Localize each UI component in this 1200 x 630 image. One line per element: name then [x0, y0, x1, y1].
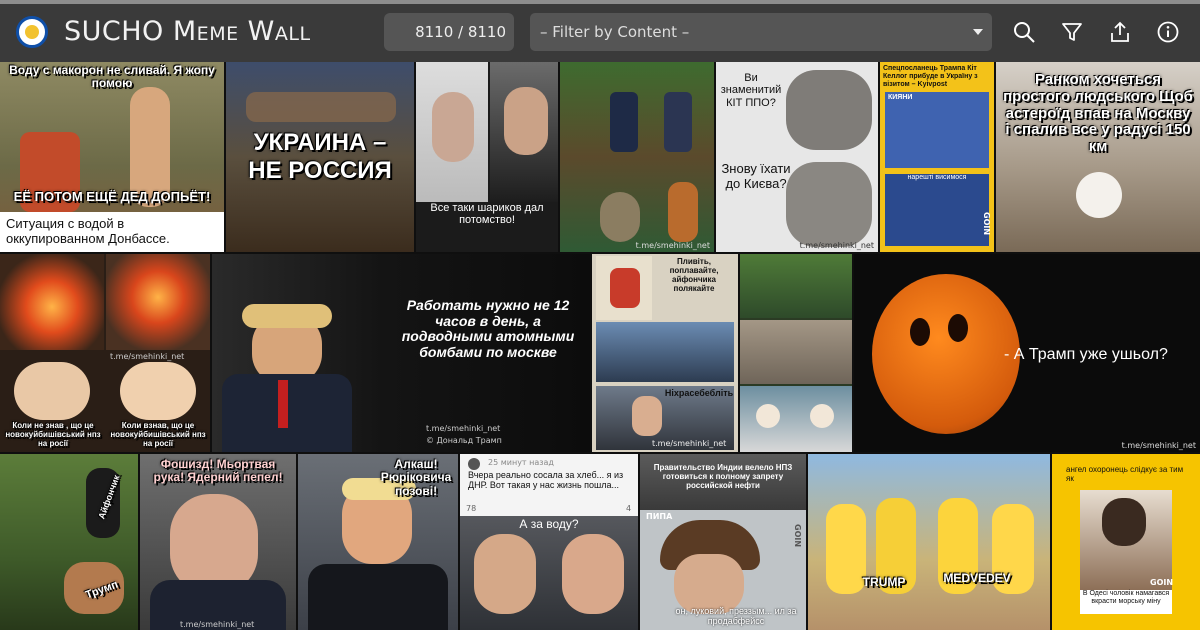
meme-text: Коли не знав , що це новокуйбишівський н…	[5, 421, 101, 448]
meme-text: НЕ РОССИЯ	[248, 157, 392, 184]
meme-caption: Все таки шариков дал потомство!	[430, 202, 544, 227]
meme-text: Вчера реально сосала за хлеб... я из ДНР…	[468, 470, 624, 491]
watermark: t.me/smehinki_net	[1121, 441, 1196, 450]
meme-tile-angel[interactable]: ангел охоронець слідкує за тим як В Одес…	[1052, 454, 1200, 630]
meme-text: ангел охоронець слідкує за тим як	[1066, 465, 1184, 483]
meme-text: В Одесі чоловік намагався вкрасти морськ…	[1082, 590, 1170, 605]
meme-tile-trump-kellogg[interactable]: Спецпосланець Трампа Кіт Келлог прибуде …	[880, 62, 994, 252]
meme-tile-unclesam[interactable]: Пливіть, поплавайте, айфончика полякайте…	[592, 254, 738, 452]
meme-tile-simpsons[interactable]: TRUMP MEDVEDEV	[808, 454, 1050, 630]
meme-text: Ви знаменитий КІТ ППО?	[720, 72, 782, 109]
reaction-count: 78	[466, 504, 477, 513]
meme-tile-cat[interactable]: Ви знаменитий КІТ ППО? Знову їхати до Ки…	[716, 62, 878, 252]
meme-tile-asteroid[interactable]: Ранком хочеться простого людського Щоб а…	[996, 62, 1200, 252]
meme-text: А за воду?	[519, 517, 579, 531]
watermark: t.me/smehinki_net	[180, 620, 255, 629]
meme-text: Работать нужно не 12 часов в день, а под…	[401, 297, 575, 361]
app-title: SUCHO Meme Wall	[64, 16, 311, 47]
meme-grid: Воду с макорон не сливай. Я жопу помою Е…	[0, 62, 1200, 630]
meme-text: - А Трамп уже ушьол?	[1004, 346, 1168, 363]
brand-mark: GOIN	[982, 212, 991, 236]
meme-credit: © Дональд Трамп	[426, 436, 502, 445]
meme-text: Пливіть, поплавайте, айфончика полякайте	[669, 257, 719, 293]
meme-text: Коли взнав, що це новокуйбишівський нпз …	[110, 421, 206, 448]
meme-label: ПИПА	[646, 512, 673, 521]
watermark: t.me/smehinki_net	[635, 241, 710, 250]
meme-text: Ніхрасебебліть	[664, 388, 734, 398]
meme-text: он, луковий, преззым... ил за продабфейс…	[675, 606, 797, 627]
meme-text: TRUMP	[862, 575, 906, 589]
meme-text: Алкаш! Рюріковича позові!	[380, 457, 452, 498]
app-header: SUCHO Meme Wall 8110 / 8110 – Filter by …	[0, 4, 1200, 62]
meme-caption: Ситуация с водой в оккупированном Донбас…	[6, 216, 170, 246]
meme-text: УКРАИНА –	[253, 129, 387, 156]
watermark: t.me/smehinki_net	[426, 424, 501, 433]
meme-text: нарешті висимося	[907, 174, 967, 181]
meme-tile-trump-speech[interactable]: Работать нужно не 12 часов в день, а под…	[212, 254, 590, 452]
watermark: t.me/smehinki_net	[799, 241, 874, 250]
share-icon[interactable]	[1108, 20, 1132, 44]
meme-tile-chihuahua[interactable]: Коли не знав , що це новокуйбишівський н…	[0, 254, 210, 452]
meme-tile-india[interactable]: Правительство Индии велело НПЗ готовитьс…	[640, 454, 806, 630]
meme-tile-cossacks[interactable]: УКРАИНА – НЕ РОССИЯ	[226, 62, 414, 252]
content-filter-select[interactable]: – Filter by Content –	[530, 13, 992, 51]
meme-text: Правительство Индии велело НПЗ готовитьс…	[653, 463, 793, 490]
meme-tile-trump-uniform[interactable]: Алкаш! Рюріковича позові!	[298, 454, 458, 630]
chevron-down-icon	[973, 29, 983, 35]
meme-text: MEDVEDEV	[943, 571, 1011, 585]
meme-tile-sharikov[interactable]: Все таки шариков дал потомство!	[416, 62, 558, 252]
meme-tile-water[interactable]: Воду с макорон не сливай. Я жопу помою Е…	[0, 62, 224, 252]
search-icon[interactable]	[1012, 20, 1036, 44]
meme-tile-bears[interactable]: Айфончик Трумп	[0, 454, 138, 630]
meme-text: Спецпосланець Трампа Кіт Келлог прибуде …	[883, 65, 978, 88]
meme-text: КИЯНИ	[888, 94, 913, 101]
meme-text: Воду с макорон не сливай. Я жопу помою	[9, 63, 215, 91]
post-time: 25 минут назад	[488, 458, 554, 467]
sucho-logo[interactable]	[16, 16, 48, 48]
meme-tile-vinnie[interactable]: - А Трамп уже ушьол? t.me/smehinki_net	[854, 254, 1200, 452]
info-icon[interactable]	[1156, 20, 1180, 44]
brand-mark: GOIN	[793, 524, 802, 548]
filter-icon[interactable]	[1060, 20, 1084, 44]
watermark: t.me/smehinki_net	[110, 352, 185, 361]
meme-tile-medvedev[interactable]: Фошизд! Мьортвая рука! Ядерний пепел! t.…	[140, 454, 296, 630]
filter-select-value: – Filter by Content –	[540, 23, 690, 41]
meme-tile-photo-grid[interactable]	[740, 254, 852, 452]
meme-text: Ранком хочеться простого людського Щоб а…	[1003, 71, 1193, 156]
meme-text: Знову їхати до Києва?	[721, 161, 791, 191]
meme-tile-bench[interactable]: t.me/smehinki_net	[560, 62, 714, 252]
meme-text: ЕЁ ПОТОМ ЕЩЁ ДЕД ДОПЬЁТ!	[13, 189, 211, 204]
meme-tile-social[interactable]: 25 минут назад Вчера реально сосала за х…	[460, 454, 638, 630]
watermark: t.me/smehinki_net	[652, 439, 727, 448]
brand-mark: GOIN	[1150, 578, 1174, 587]
item-counter[interactable]: 8110 / 8110	[384, 13, 514, 51]
meme-text: Фошизд! Мьортвая рука! Ядерний пепел!	[153, 457, 283, 485]
reaction-count: 4	[626, 504, 632, 513]
